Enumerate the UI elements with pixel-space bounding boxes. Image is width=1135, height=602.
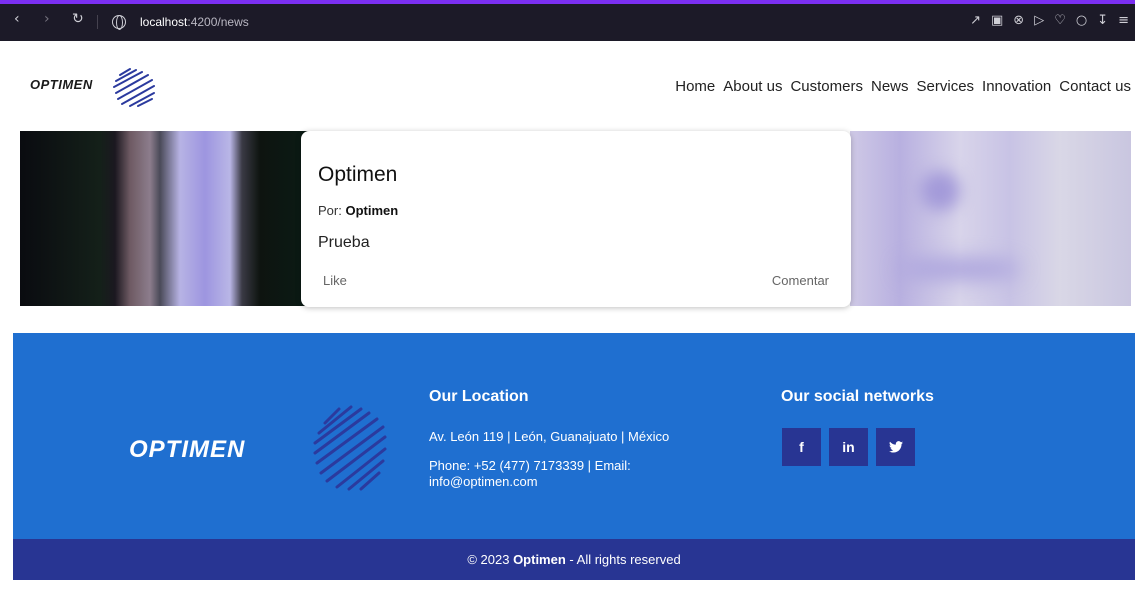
post-title: Optimen	[318, 163, 398, 186]
footer-logo: OPTIMEN	[129, 403, 389, 493]
toolbar-divider	[97, 15, 98, 29]
nav-home[interactable]: Home	[675, 78, 715, 95]
close-circle-icon[interactable]: ⊗	[1013, 13, 1024, 28]
twitter-bird-icon	[888, 441, 903, 453]
post-body: Prueba	[318, 234, 370, 251]
nav-services[interactable]: Services	[917, 78, 975, 95]
linkedin-icon[interactable]: in	[829, 428, 868, 466]
address-bar[interactable]: localhost:4200/news	[140, 15, 249, 29]
back-icon[interactable]: ‹	[14, 11, 20, 27]
copyright-suffix: - All rights reserved	[569, 552, 681, 567]
reload-icon[interactable]: ↻	[72, 11, 84, 27]
location-address: Av. León 119 | León, Guanajuato | México	[429, 429, 670, 444]
profile-icon[interactable]: ○	[1076, 13, 1087, 28]
share-icon[interactable]: ↗	[970, 13, 981, 28]
browser-tools: ↗ ▣ ⊗ ▷ ♡ ○ ↧ ≡	[970, 13, 1129, 28]
nav-news[interactable]: News	[871, 78, 909, 95]
screenshot-icon[interactable]: ▣	[991, 13, 1003, 28]
like-button[interactable]: Like	[323, 273, 347, 288]
url-host: localhost	[140, 15, 188, 29]
send-icon[interactable]: ▷	[1034, 13, 1044, 28]
browser-toolbar: ‹ › ↻ localhost:4200/news ↗ ▣ ⊗ ▷ ♡ ○ ↧ …	[0, 0, 1135, 41]
banner-blur-shape	[900, 259, 1020, 279]
site-info-icon[interactable]	[112, 15, 126, 30]
main-nav: Home About us Customers News Services In…	[675, 78, 1131, 95]
author-label: Por:	[318, 203, 342, 218]
footer-logo-mark-icon	[313, 405, 387, 491]
author-name: Optimen	[345, 203, 399, 218]
nav-contact-us[interactable]: Contact us	[1059, 78, 1131, 95]
comment-button[interactable]: Comentar	[772, 273, 829, 288]
site-footer: OPTIMEN Our Location Av. León 119 | León…	[13, 333, 1135, 539]
location-title: Our Location	[429, 388, 529, 405]
url-path: :4200/news	[187, 15, 249, 29]
nav-about-us[interactable]: About us	[723, 78, 782, 95]
nav-customers[interactable]: Customers	[790, 78, 863, 95]
facebook-icon[interactable]: f	[782, 428, 821, 466]
copyright-bar: © 2023 Optimen - All rights reserved	[13, 539, 1135, 580]
social-title: Our social networks	[781, 388, 934, 405]
site-header: OPTIMEN Home About us Customers News Ser…	[13, 41, 1135, 131]
twitter-icon[interactable]	[876, 428, 915, 466]
banner-blur-shape	[920, 171, 960, 211]
forward-icon[interactable]: ›	[44, 11, 50, 27]
location-contact: Phone: +52 (477) 7173339 | Email: info@o…	[429, 458, 631, 489]
news-post-card: Optimen Por: Optimen Prueba Like Comenta…	[301, 131, 851, 307]
logo-mark-icon	[113, 68, 155, 107]
menu-icon[interactable]: ≡	[1118, 13, 1129, 28]
post-author: Por: Optimen	[318, 203, 398, 218]
site-logo[interactable]: OPTIMEN	[30, 63, 156, 108]
copyright-brand: Optimen	[513, 552, 566, 567]
heart-icon[interactable]: ♡	[1054, 13, 1066, 28]
download-icon[interactable]: ↧	[1097, 13, 1108, 28]
nav-innovation[interactable]: Innovation	[982, 78, 1051, 95]
social-links: f in	[782, 428, 915, 466]
copyright-prefix: © 2023	[467, 552, 510, 567]
